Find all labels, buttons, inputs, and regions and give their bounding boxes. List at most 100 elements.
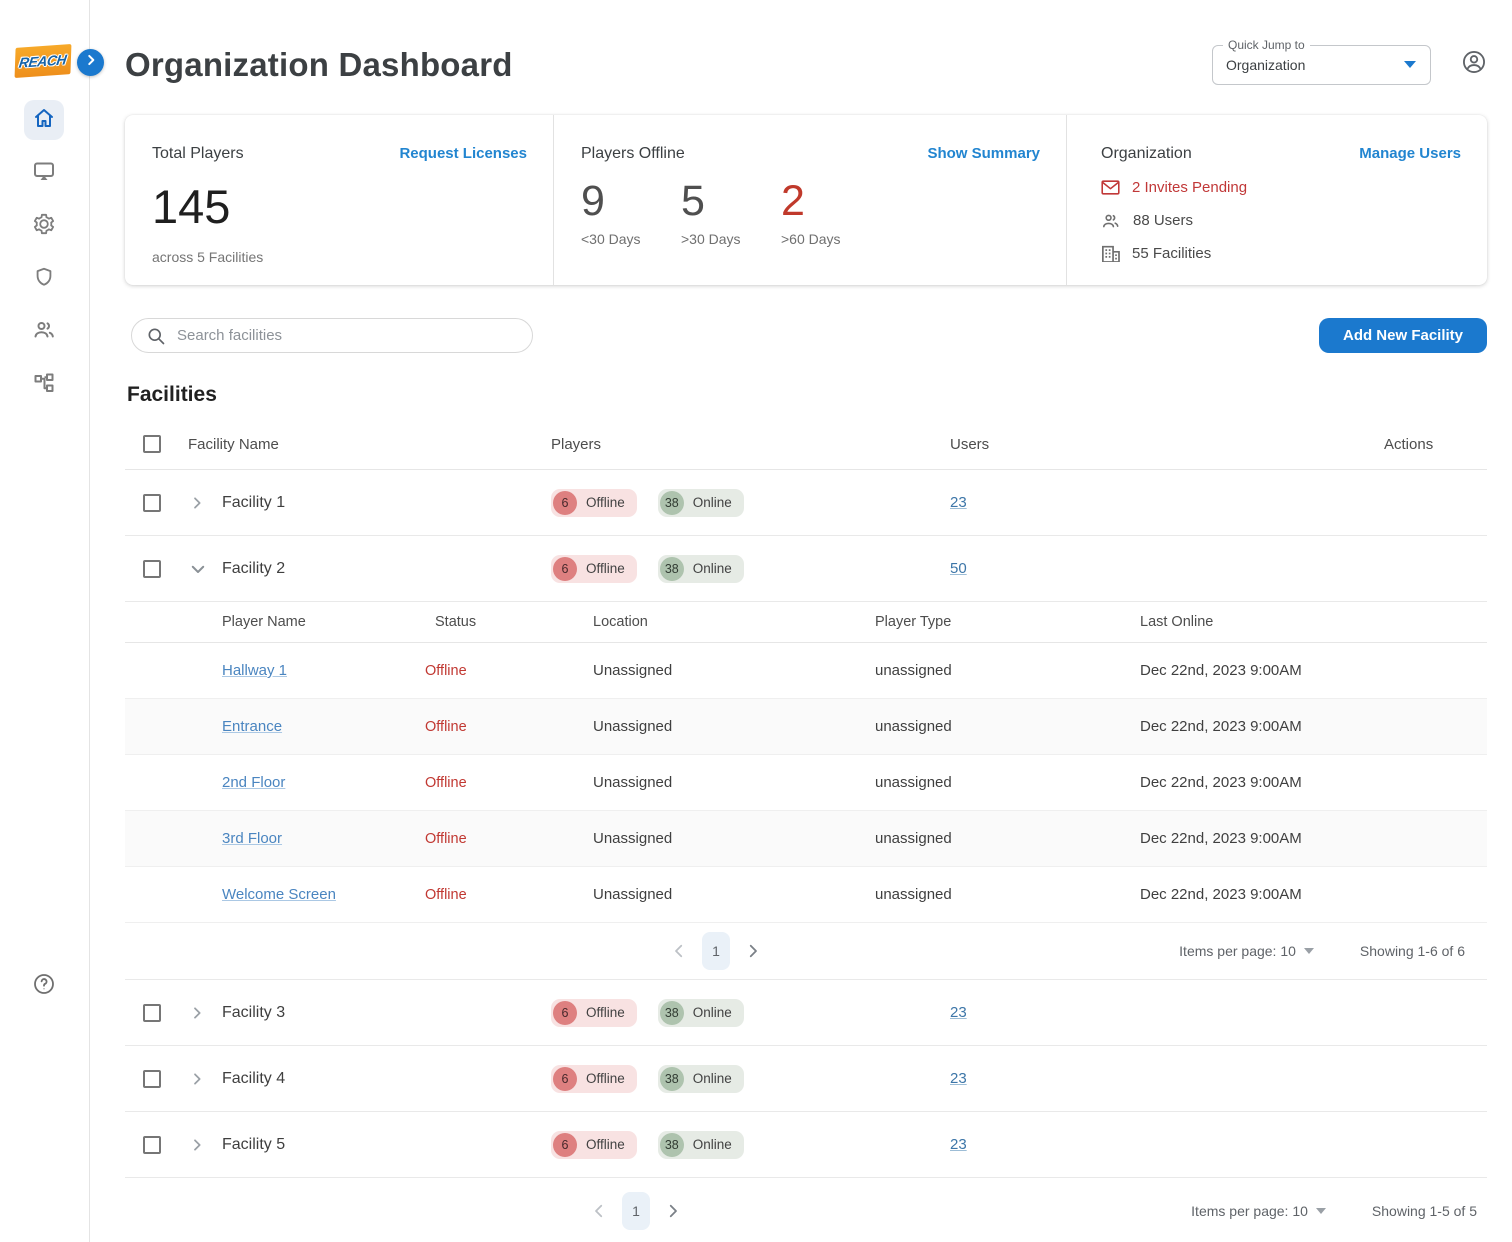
player-name-link[interactable]: 2nd Floor	[222, 774, 285, 791]
total-players-subtitle: across 5 Facilities	[152, 249, 527, 265]
account-button[interactable]	[1461, 49, 1487, 80]
offline-metric: 5 >30 Days	[681, 177, 781, 247]
row-checkbox[interactable]	[143, 1004, 161, 1022]
invites-pending-row[interactable]: 2 Invites Pending	[1101, 179, 1461, 196]
dropdown-arrow-icon	[1404, 61, 1416, 68]
online-badge: 38Online	[658, 1131, 744, 1159]
players-pagination: 1 Items per page: 10 Showing 1-6 of 6	[125, 923, 1487, 980]
player-last-online: Dec 22nd, 2023 9:00AM	[1140, 830, 1487, 847]
quick-jump-select[interactable]: Quick Jump to Organization	[1212, 45, 1431, 85]
users-count-link[interactable]: 50	[950, 560, 967, 577]
sidebar: REACH	[0, 0, 90, 1242]
settings-icon	[32, 212, 56, 241]
player-row: Hallway 1 Offline Unassigned unassigned …	[125, 643, 1487, 699]
row-checkbox[interactable]	[143, 494, 161, 512]
main-content: Organization Dashboard Quick Jump to Org…	[90, 0, 1512, 1242]
security-icon	[33, 265, 55, 294]
page-next-icon[interactable]	[744, 942, 762, 960]
player-name-link[interactable]: 3rd Floor	[222, 830, 282, 847]
players-offline-title: Players Offline	[581, 145, 685, 163]
org-facilities-row: 55 Facilities	[1101, 245, 1461, 262]
player-type: unassigned	[875, 830, 1140, 847]
facility-name: Facility 5	[217, 1136, 551, 1154]
topbar: Organization Dashboard Quick Jump to Org…	[125, 0, 1487, 115]
items-per-page-select[interactable]: Items per page: 10	[1179, 943, 1314, 959]
organization-title: Organization	[1101, 145, 1192, 163]
facilities-pagination: 1 Items per page: 10 Showing 1-5 of 5	[125, 1178, 1487, 1236]
total-players-value: 145	[152, 179, 527, 234]
player-type: unassigned	[875, 718, 1140, 735]
users-count-link[interactable]: 23	[950, 494, 967, 511]
sidebar-item-sitemap[interactable]	[24, 365, 64, 405]
select-all-checkbox[interactable]	[143, 435, 161, 453]
player-row: Welcome Screen Offline Unassigned unassi…	[125, 867, 1487, 923]
page-number[interactable]: 1	[622, 1192, 650, 1230]
show-summary-link[interactable]: Show Summary	[927, 145, 1040, 162]
metric-value: 2	[781, 177, 881, 226]
help-button[interactable]	[24, 966, 64, 1006]
search-facilities-box[interactable]	[131, 318, 533, 353]
facility-name: Facility 3	[217, 1004, 551, 1022]
player-name-link[interactable]: Welcome Screen	[222, 886, 336, 903]
page-prev-icon[interactable]	[670, 942, 688, 960]
player-status: Offline	[425, 719, 593, 735]
offline-metric-alert: 2 >60 Days	[781, 177, 881, 247]
sidebar-item-security[interactable]	[24, 259, 64, 299]
page-next-icon[interactable]	[664, 1202, 682, 1220]
offline-badge: 6Offline	[551, 1065, 637, 1093]
add-new-facility-button[interactable]: Add New Facility	[1319, 318, 1487, 353]
column-header-location: Location	[593, 614, 875, 630]
org-facilities-label: 55 Facilities	[1132, 245, 1211, 262]
sidebar-item-displays[interactable]	[24, 153, 64, 193]
sidebar-item-users[interactable]	[24, 312, 64, 352]
items-per-page-select[interactable]: Items per page: 10	[1191, 1203, 1326, 1219]
expand-row-button[interactable]	[183, 495, 217, 511]
player-last-online: Dec 22nd, 2023 9:00AM	[1140, 662, 1487, 679]
users-count-link[interactable]: 23	[950, 1070, 967, 1087]
player-location: Unassigned	[593, 886, 875, 903]
total-players-section: Total Players Request Licenses 145 acros…	[125, 115, 553, 285]
column-header-actions: Actions	[1384, 436, 1487, 453]
row-checkbox[interactable]	[143, 1136, 161, 1154]
request-licenses-link[interactable]: Request Licenses	[399, 145, 527, 162]
users-count-link[interactable]: 23	[950, 1136, 967, 1153]
offline-metric: 9 <30 Days	[581, 177, 681, 247]
column-header-status: Status	[425, 614, 593, 630]
manage-users-link[interactable]: Manage Users	[1359, 145, 1461, 162]
row-checkbox[interactable]	[143, 560, 161, 578]
account-circle-icon	[1461, 49, 1487, 75]
column-header-facility-name: Facility Name	[183, 436, 551, 453]
player-name-link[interactable]: Hallway 1	[222, 662, 287, 679]
collapse-row-button[interactable]	[183, 560, 217, 578]
row-checkbox[interactable]	[143, 1070, 161, 1088]
facility-row: Facility 4 6Offline 38Online 23	[125, 1046, 1487, 1112]
showing-range-label: Showing 1-5 of 5	[1372, 1203, 1477, 1219]
search-facilities-input[interactable]	[177, 327, 520, 344]
player-name-link[interactable]: Entrance	[222, 718, 282, 735]
facility-row: Facility 5 6Offline 38Online 23	[125, 1112, 1487, 1178]
help-icon	[32, 972, 56, 1001]
people-icon	[1101, 213, 1121, 229]
stats-card: Total Players Request Licenses 145 acros…	[125, 115, 1487, 285]
page-number[interactable]: 1	[702, 932, 730, 970]
expand-row-button[interactable]	[183, 1137, 217, 1153]
sidebar-item-settings[interactable]	[24, 206, 64, 246]
page-prev-icon[interactable]	[590, 1202, 608, 1220]
sitemap-icon	[32, 371, 56, 400]
player-row: Entrance Offline Unassigned unassigned D…	[125, 699, 1487, 755]
users-count-link[interactable]: 23	[950, 1004, 967, 1021]
sidebar-expand-button[interactable]	[77, 49, 104, 76]
offline-badge: 6Offline	[551, 489, 637, 517]
organization-section: Organization Manage Users 2 Invites Pend…	[1066, 115, 1487, 285]
player-location: Unassigned	[593, 774, 875, 791]
sidebar-item-home[interactable]	[24, 100, 64, 140]
home-icon	[32, 106, 56, 135]
org-users-row: 88 Users	[1101, 212, 1461, 229]
expand-row-button[interactable]	[183, 1005, 217, 1021]
expand-row-button[interactable]	[183, 1071, 217, 1087]
chevron-right-icon	[189, 1071, 205, 1087]
online-badge: 38Online	[658, 1065, 744, 1093]
offline-badge: 6Offline	[551, 555, 637, 583]
player-status: Offline	[425, 831, 593, 847]
player-row: 2nd Floor Offline Unassigned unassigned …	[125, 755, 1487, 811]
